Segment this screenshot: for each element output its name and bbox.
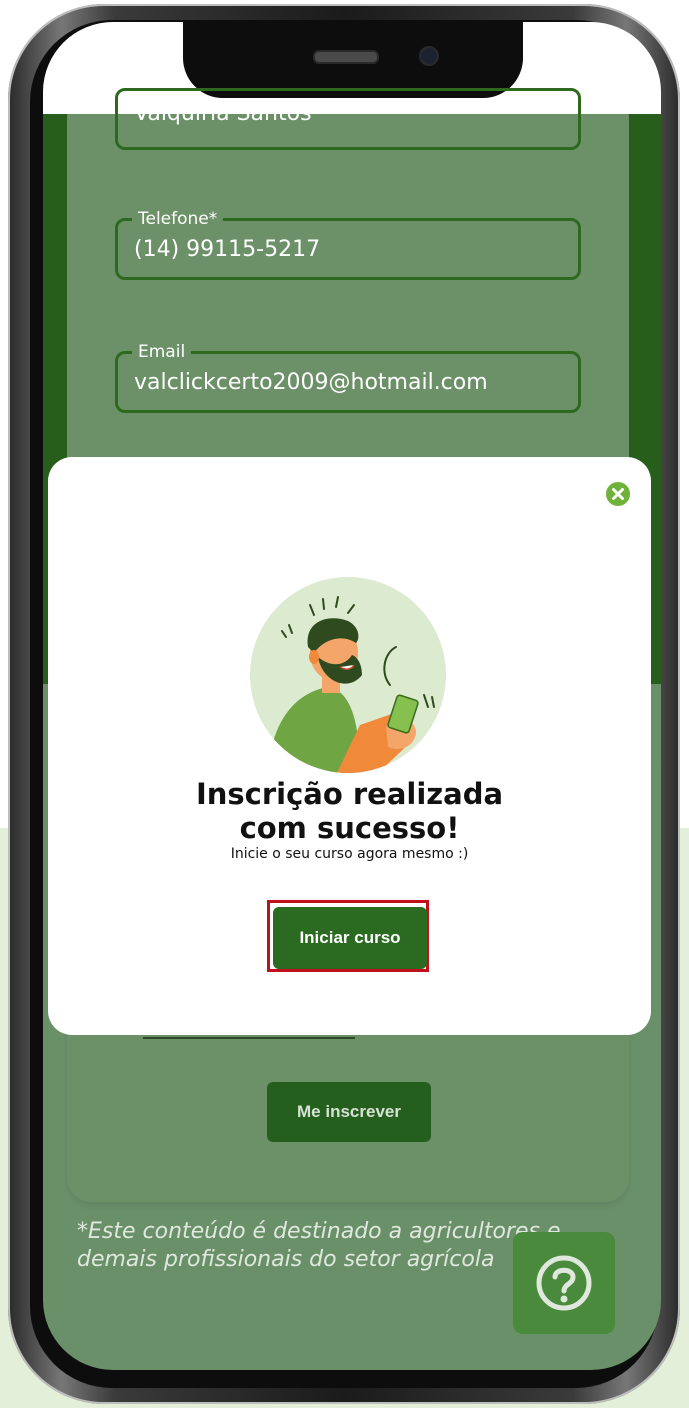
- modal-title: Inscrição realizada com sucesso!: [48, 777, 651, 845]
- happy-farmer-illustration: [250, 577, 446, 773]
- email-field[interactable]: Email valclickcerto2009@hotmail.com: [115, 341, 581, 413]
- question-icon: [536, 1255, 592, 1311]
- name-field[interactable]: Valquiria Santos: [115, 88, 581, 150]
- phone-field[interactable]: Telefone* (14) 99115-5217: [115, 208, 581, 280]
- subscribe-button[interactable]: Me inscrever: [267, 1082, 431, 1142]
- phone-notch: [183, 22, 523, 98]
- start-course-button[interactable]: Iniciar curso: [273, 907, 427, 969]
- modal-title-line1: Inscrição realizada: [195, 777, 504, 811]
- phone-field-label: Telefone*: [132, 208, 224, 230]
- email-field-value: valclickcerto2009@hotmail.com: [134, 370, 488, 395]
- camera-icon: [419, 46, 439, 66]
- speaker: [313, 50, 379, 64]
- phone-field-value: (14) 99115-5217: [134, 237, 321, 262]
- email-field-label: Email: [132, 341, 192, 363]
- checkbox-underline: [143, 1037, 355, 1039]
- success-modal: Inscrição realizada com sucesso! Inicie …: [48, 457, 651, 1035]
- help-button[interactable]: [513, 1232, 615, 1334]
- close-circle-icon[interactable]: [605, 481, 631, 507]
- name-field-value: Valquiria Santos: [134, 101, 312, 126]
- modal-title-line2: com sucesso!: [239, 811, 460, 845]
- modal-subtitle: Inicie o seu curso agora mesmo :): [230, 846, 469, 862]
